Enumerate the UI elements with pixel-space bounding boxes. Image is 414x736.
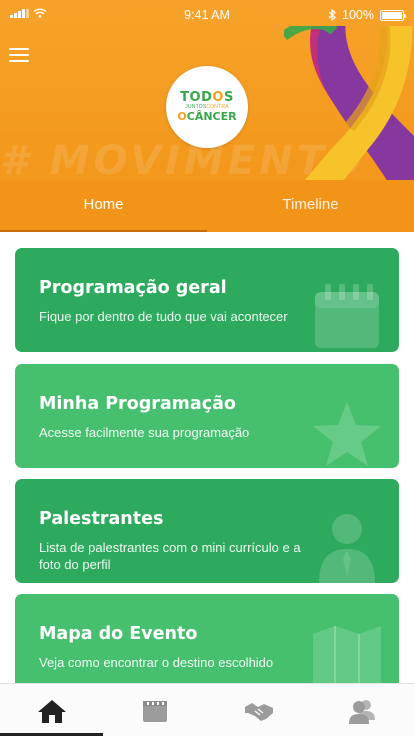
app-header: 9:41 AM 100% # MOVIMENTO TODOS TODOS JUN… — [0, 0, 414, 232]
nav-partners[interactable] — [207, 684, 311, 736]
home-icon — [37, 699, 66, 723]
awareness-ribbon-icon — [284, 26, 414, 186]
menu-cards: Programação geral Fique por dentro de tu… — [0, 232, 414, 683]
logo-line-1: TODOS — [180, 90, 234, 105]
bottom-navigation — [0, 683, 414, 736]
battery-icon — [380, 9, 406, 21]
card-title: Mapa do Evento — [39, 624, 198, 644]
handshake-icon — [244, 702, 273, 721]
card-subtitle: Acesse facilmente sua programação — [39, 425, 250, 440]
card-subtitle: Fique por dentro de tudo que vai acontec… — [39, 309, 288, 324]
card-title: Minha Programação — [39, 394, 236, 414]
bluetooth-icon — [328, 9, 336, 21]
card-subtitle: Lista de palestrantes com o mini currícu… — [39, 540, 301, 572]
card-subtitle: Veja como encontrar o destino escolhido — [39, 655, 274, 670]
hamburger-menu-icon[interactable] — [8, 46, 30, 64]
nav-profile[interactable] — [311, 684, 414, 736]
nav-schedule[interactable] — [104, 684, 208, 736]
card-minha-programacao[interactable]: Minha Programação Acesse facilmente sua … — [15, 364, 399, 468]
person-icon — [319, 514, 375, 583]
todos-contra-cancer-logo: TODOS JUNTOSCONTRA OCÂNCER — [166, 66, 248, 148]
logo-line-3: OCÂNCER — [177, 110, 237, 123]
card-title: Palestrantes — [39, 509, 164, 529]
battery-percent: 100% — [342, 8, 374, 22]
tab-home[interactable]: Home — [0, 180, 207, 232]
tab-bar: Home Timeline — [0, 180, 414, 232]
film-icon — [143, 700, 168, 722]
tab-timeline[interactable]: Timeline — [207, 180, 414, 232]
calendar-icon — [315, 284, 379, 348]
card-mapa-do-evento[interactable]: Mapa do Evento Veja como encontrar o des… — [15, 594, 399, 683]
card-title: Programação geral — [39, 278, 227, 298]
users-icon — [349, 699, 376, 724]
status-right: 100% — [328, 8, 406, 22]
nav-home[interactable] — [0, 684, 104, 736]
map-icon — [313, 626, 381, 683]
card-programacao-geral[interactable]: Programação geral Fique por dentro de tu… — [15, 248, 399, 352]
card-palestrantes[interactable]: Palestrantes Lista de palestrantes com o… — [15, 479, 399, 583]
star-icon — [313, 402, 381, 466]
